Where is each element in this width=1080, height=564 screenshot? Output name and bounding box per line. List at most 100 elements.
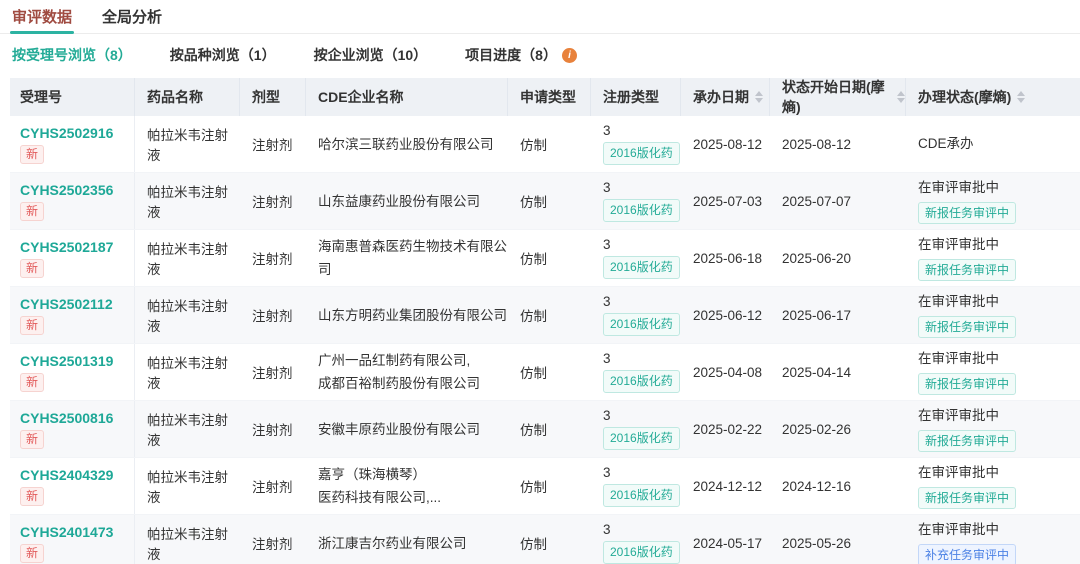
status-text: 在审评审批中 xyxy=(918,178,999,198)
registration-type-badge: 2016版化药 xyxy=(603,313,680,335)
header-status-start-date-label: 状态开始日期(摩熵) xyxy=(782,77,891,117)
status-badge: 新报任务审评中 xyxy=(918,202,1016,224)
drug-name-cell: 帕拉米韦注射液 xyxy=(135,124,240,164)
registration-type-number: 3 xyxy=(603,237,611,252)
acceptance-number-link[interactable]: CYHS2502112 xyxy=(20,296,113,312)
registration-type-cell: 3 2016版化药 xyxy=(591,116,681,172)
status-text: 在审评审批中 xyxy=(918,520,999,540)
header-status-start-date: 状态开始日期(摩熵) xyxy=(770,78,906,116)
registration-type-badge: 2016版化药 xyxy=(603,427,680,449)
registration-type-number: 3 xyxy=(603,123,611,138)
handling-status-cell: 在审评审批中 新报任务审评中 xyxy=(906,173,1080,229)
acceptance-date-cell: 2025-07-03 xyxy=(681,194,770,209)
table-row: CYHS2404329 新 帕拉米韦注射液 注射剂 嘉亨（珠海横琴）医药科技有限… xyxy=(10,458,1080,515)
drug-name-cell: 帕拉米韦注射液 xyxy=(135,466,240,506)
application-type-cell: 仿制 xyxy=(508,476,591,496)
new-badge: 新 xyxy=(20,259,44,278)
company-cell: 海南惠普森医药生物技术有限公司 xyxy=(306,235,508,281)
table-row: CYHS2501319 新 帕拉米韦注射液 注射剂 广州一品红制药有限公司,成都… xyxy=(10,344,1080,401)
acceptance-number-link[interactable]: CYHS2501319 xyxy=(20,353,113,369)
registration-type-badge: 2016版化药 xyxy=(603,484,680,506)
registration-type-number: 3 xyxy=(603,465,611,480)
acceptance-number-link[interactable]: CYHS2404329 xyxy=(20,467,113,483)
drug-name-cell: 帕拉米韦注射液 xyxy=(135,295,240,335)
drug-name-cell: 帕拉米韦注射液 xyxy=(135,238,240,278)
new-badge: 新 xyxy=(20,145,44,164)
acceptance-number-link[interactable]: CYHS2502356 xyxy=(20,182,113,198)
registration-type-number: 3 xyxy=(603,408,611,423)
registration-type-badge: 2016版化药 xyxy=(603,199,680,221)
registration-type-badge: 2016版化药 xyxy=(603,541,680,563)
sub-tab-bar: 按受理号浏览（8） 按品种浏览（1） 按企业浏览（10） 项目进度（8） i xyxy=(0,34,1080,74)
status-start-date-cell: 2025-06-20 xyxy=(770,251,906,266)
subtab-by-acceptance-no[interactable]: 按受理号浏览（8） xyxy=(12,45,132,65)
table-row: CYHS2502356 新 帕拉米韦注射液 注射剂 山东益康药业股份有限公司 仿… xyxy=(10,173,1080,230)
registration-type-number: 3 xyxy=(603,351,611,366)
dosage-form-cell: 注射剂 xyxy=(240,476,306,496)
drug-name-cell: 帕拉米韦注射液 xyxy=(135,352,240,392)
registration-type-badge: 2016版化药 xyxy=(603,256,680,278)
subtab-by-variety[interactable]: 按品种浏览（1） xyxy=(170,45,276,65)
dosage-form-cell: 注射剂 xyxy=(240,305,306,325)
company-cell: 哈尔滨三联药业股份有限公司 xyxy=(306,133,508,156)
registration-type-cell: 3 2016版化药 xyxy=(591,344,681,400)
status-start-date-cell: 2025-05-26 xyxy=(770,536,906,551)
tab-review-data[interactable]: 审评数据 xyxy=(12,0,72,33)
status-text: 在审评审批中 xyxy=(918,292,999,312)
header-application-type: 申请类型 xyxy=(508,78,591,116)
acceptance-no-cell: CYHS2501319 新 xyxy=(10,344,135,400)
top-tab-bar: 审评数据 全局分析 xyxy=(0,0,1080,34)
company-cell: 山东方明药业集团股份有限公司 xyxy=(306,304,508,327)
acceptance-number-link[interactable]: CYHS2500816 xyxy=(20,410,113,426)
new-badge: 新 xyxy=(20,202,44,221)
acceptance-date-cell: 2024-05-17 xyxy=(681,536,770,551)
table-body: CYHS2502916 新 帕拉米韦注射液 注射剂 哈尔滨三联药业股份有限公司 … xyxy=(10,116,1080,564)
header-handling-status-label: 办理状态(摩熵) xyxy=(918,87,1011,107)
registration-type-badge: 2016版化药 xyxy=(603,142,680,164)
acceptance-number-link[interactable]: CYHS2502916 xyxy=(20,125,113,141)
tab-global-analysis[interactable]: 全局分析 xyxy=(102,0,162,33)
acceptance-date-cell: 2025-04-08 xyxy=(681,365,770,380)
sort-icon[interactable] xyxy=(755,91,763,103)
status-start-date-cell: 2025-07-07 xyxy=(770,194,906,209)
new-badge: 新 xyxy=(20,430,44,449)
company-cell: 嘉亨（珠海横琴）医药科技有限公司,... xyxy=(306,463,508,509)
info-icon[interactable]: i xyxy=(562,48,577,63)
acceptance-number-link[interactable]: CYHS2502187 xyxy=(20,239,113,255)
application-type-cell: 仿制 xyxy=(508,362,591,382)
status-start-date-cell: 2025-08-12 xyxy=(770,137,906,152)
acceptance-no-cell: CYHS2401473 新 xyxy=(10,515,135,564)
dosage-form-cell: 注射剂 xyxy=(240,533,306,553)
acceptance-no-cell: CYHS2500816 新 xyxy=(10,401,135,457)
application-type-cell: 仿制 xyxy=(508,134,591,154)
handling-status-cell: CDE承办 xyxy=(906,116,1080,172)
sort-icon[interactable] xyxy=(1017,91,1025,103)
company-cell: 山东益康药业股份有限公司 xyxy=(306,190,508,213)
status-text: 在审评审批中 xyxy=(918,463,999,483)
status-badge: 补充任务审评中 xyxy=(918,544,1016,564)
drug-name-cell: 帕拉米韦注射液 xyxy=(135,523,240,563)
new-badge: 新 xyxy=(20,316,44,335)
header-handling-status: 办理状态(摩熵) xyxy=(906,78,1080,116)
registration-type-cell: 3 2016版化药 xyxy=(591,401,681,457)
acceptance-date-cell: 2025-06-12 xyxy=(681,308,770,323)
header-acceptance-no: 受理号 xyxy=(10,78,135,116)
registration-type-cell: 3 2016版化药 xyxy=(591,515,681,564)
sort-icon[interactable] xyxy=(897,91,905,103)
acceptance-no-cell: CYHS2502112 新 xyxy=(10,287,135,343)
acceptance-date-cell: 2025-02-22 xyxy=(681,422,770,437)
subtab-project-progress[interactable]: 项目进度（8） i xyxy=(465,45,577,65)
handling-status-cell: 在审评审批中 新报任务审评中 xyxy=(906,230,1080,286)
company-cell: 浙江康吉尔药业有限公司 xyxy=(306,532,508,555)
status-badge: 新报任务审评中 xyxy=(918,373,1016,395)
registration-type-cell: 3 2016版化药 xyxy=(591,230,681,286)
application-type-cell: 仿制 xyxy=(508,533,591,553)
drug-name-cell: 帕拉米韦注射液 xyxy=(135,181,240,221)
status-start-date-cell: 2025-02-26 xyxy=(770,422,906,437)
acceptance-number-link[interactable]: CYHS2401473 xyxy=(20,524,113,540)
subtab-by-company[interactable]: 按企业浏览（10） xyxy=(314,45,428,65)
header-drug-name: 药品名称 xyxy=(135,78,240,116)
table-row: CYHS2502112 新 帕拉米韦注射液 注射剂 山东方明药业集团股份有限公司… xyxy=(10,287,1080,344)
acceptance-no-cell: CYHS2502187 新 xyxy=(10,230,135,286)
new-badge: 新 xyxy=(20,544,44,563)
